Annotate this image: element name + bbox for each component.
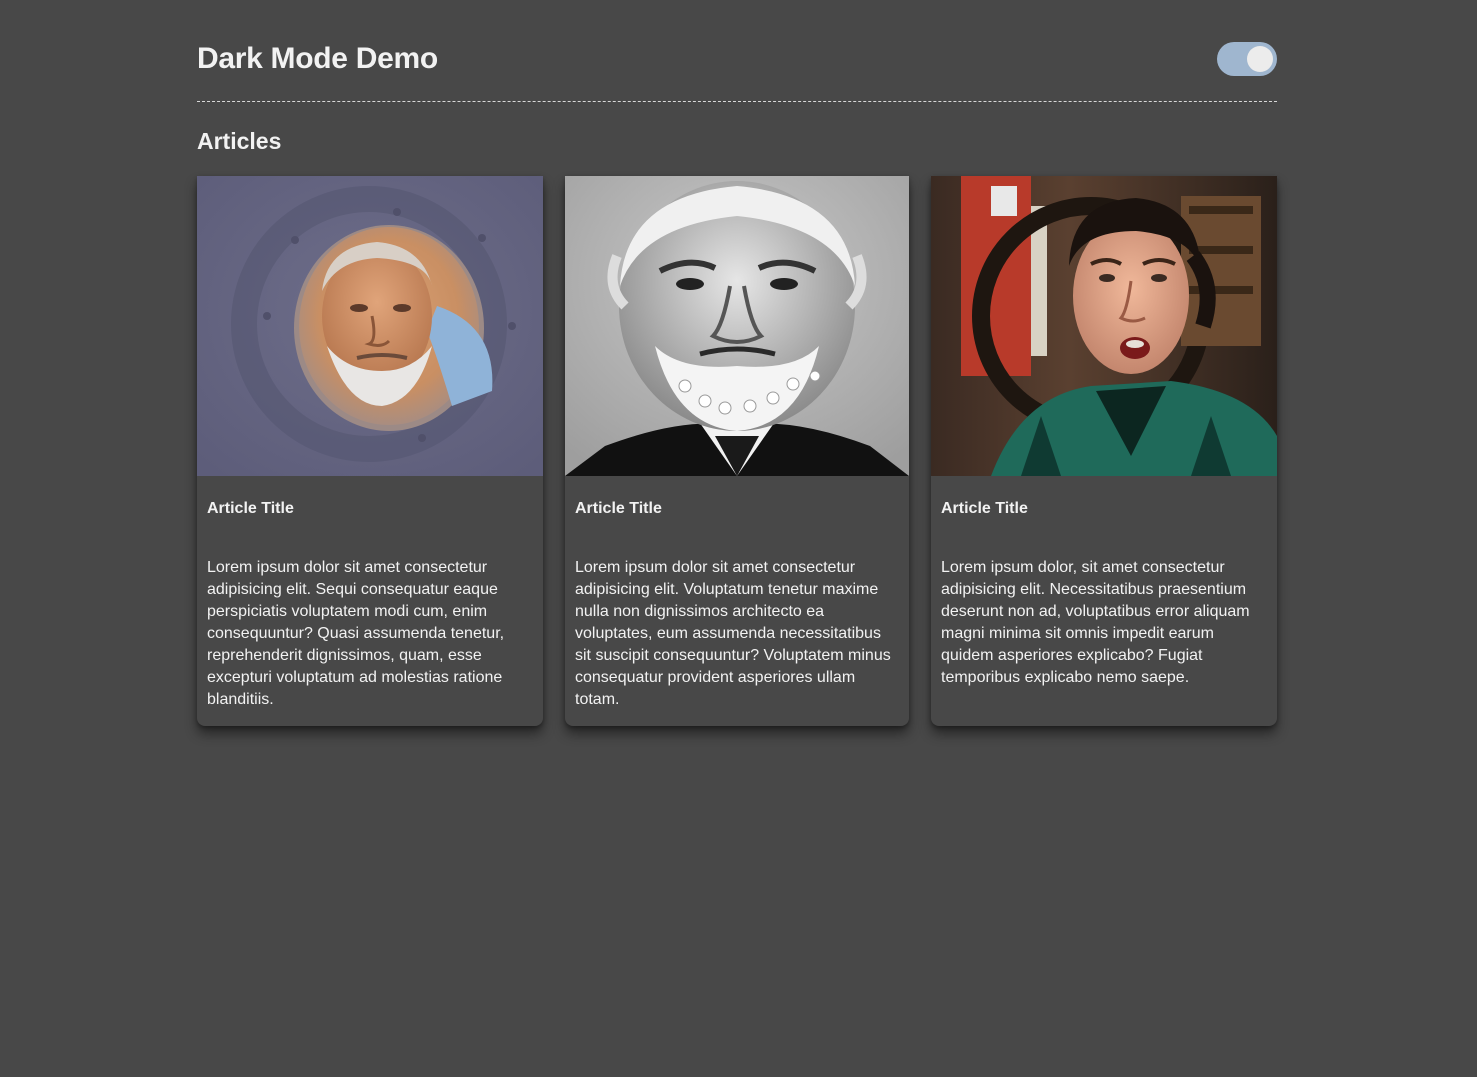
portrait-stage-photo (931, 176, 1277, 476)
article-excerpt: Lorem ipsum dolor sit amet consectetur a… (575, 559, 891, 708)
article-card[interactable]: Article Title Lorem ipsum dolor sit amet… (197, 176, 543, 726)
article-title[interactable]: Article Title (197, 499, 304, 519)
toggle-knob (1247, 46, 1273, 72)
article-image (565, 176, 909, 476)
article-title[interactable]: Article Title (931, 499, 1038, 519)
site-header: Dark Mode Demo (197, 0, 1277, 102)
dark-mode-toggle[interactable] (1217, 42, 1277, 76)
article-card[interactable]: Article Title Lorem ipsum dolor, sit ame… (931, 176, 1277, 726)
article-image (197, 176, 543, 476)
portrait-porthole-photo (197, 176, 543, 476)
article-card[interactable]: Article Title Lorem ipsum dolor sit amet… (565, 176, 909, 726)
section-title: Articles (197, 128, 282, 154)
article-title[interactable]: Article Title (565, 499, 672, 519)
portrait-black-white-photo (565, 176, 909, 476)
page: Dark Mode Demo Articles Article Title Lo… (197, 0, 1277, 726)
article-excerpt: Lorem ipsum dolor sit amet consectetur a… (207, 559, 505, 708)
article-image (931, 176, 1277, 476)
articles-list: Article Title Lorem ipsum dolor sit amet… (197, 176, 1277, 726)
site-title: Dark Mode Demo (197, 42, 438, 75)
article-excerpt: Lorem ipsum dolor, sit amet consectetur … (941, 559, 1250, 686)
